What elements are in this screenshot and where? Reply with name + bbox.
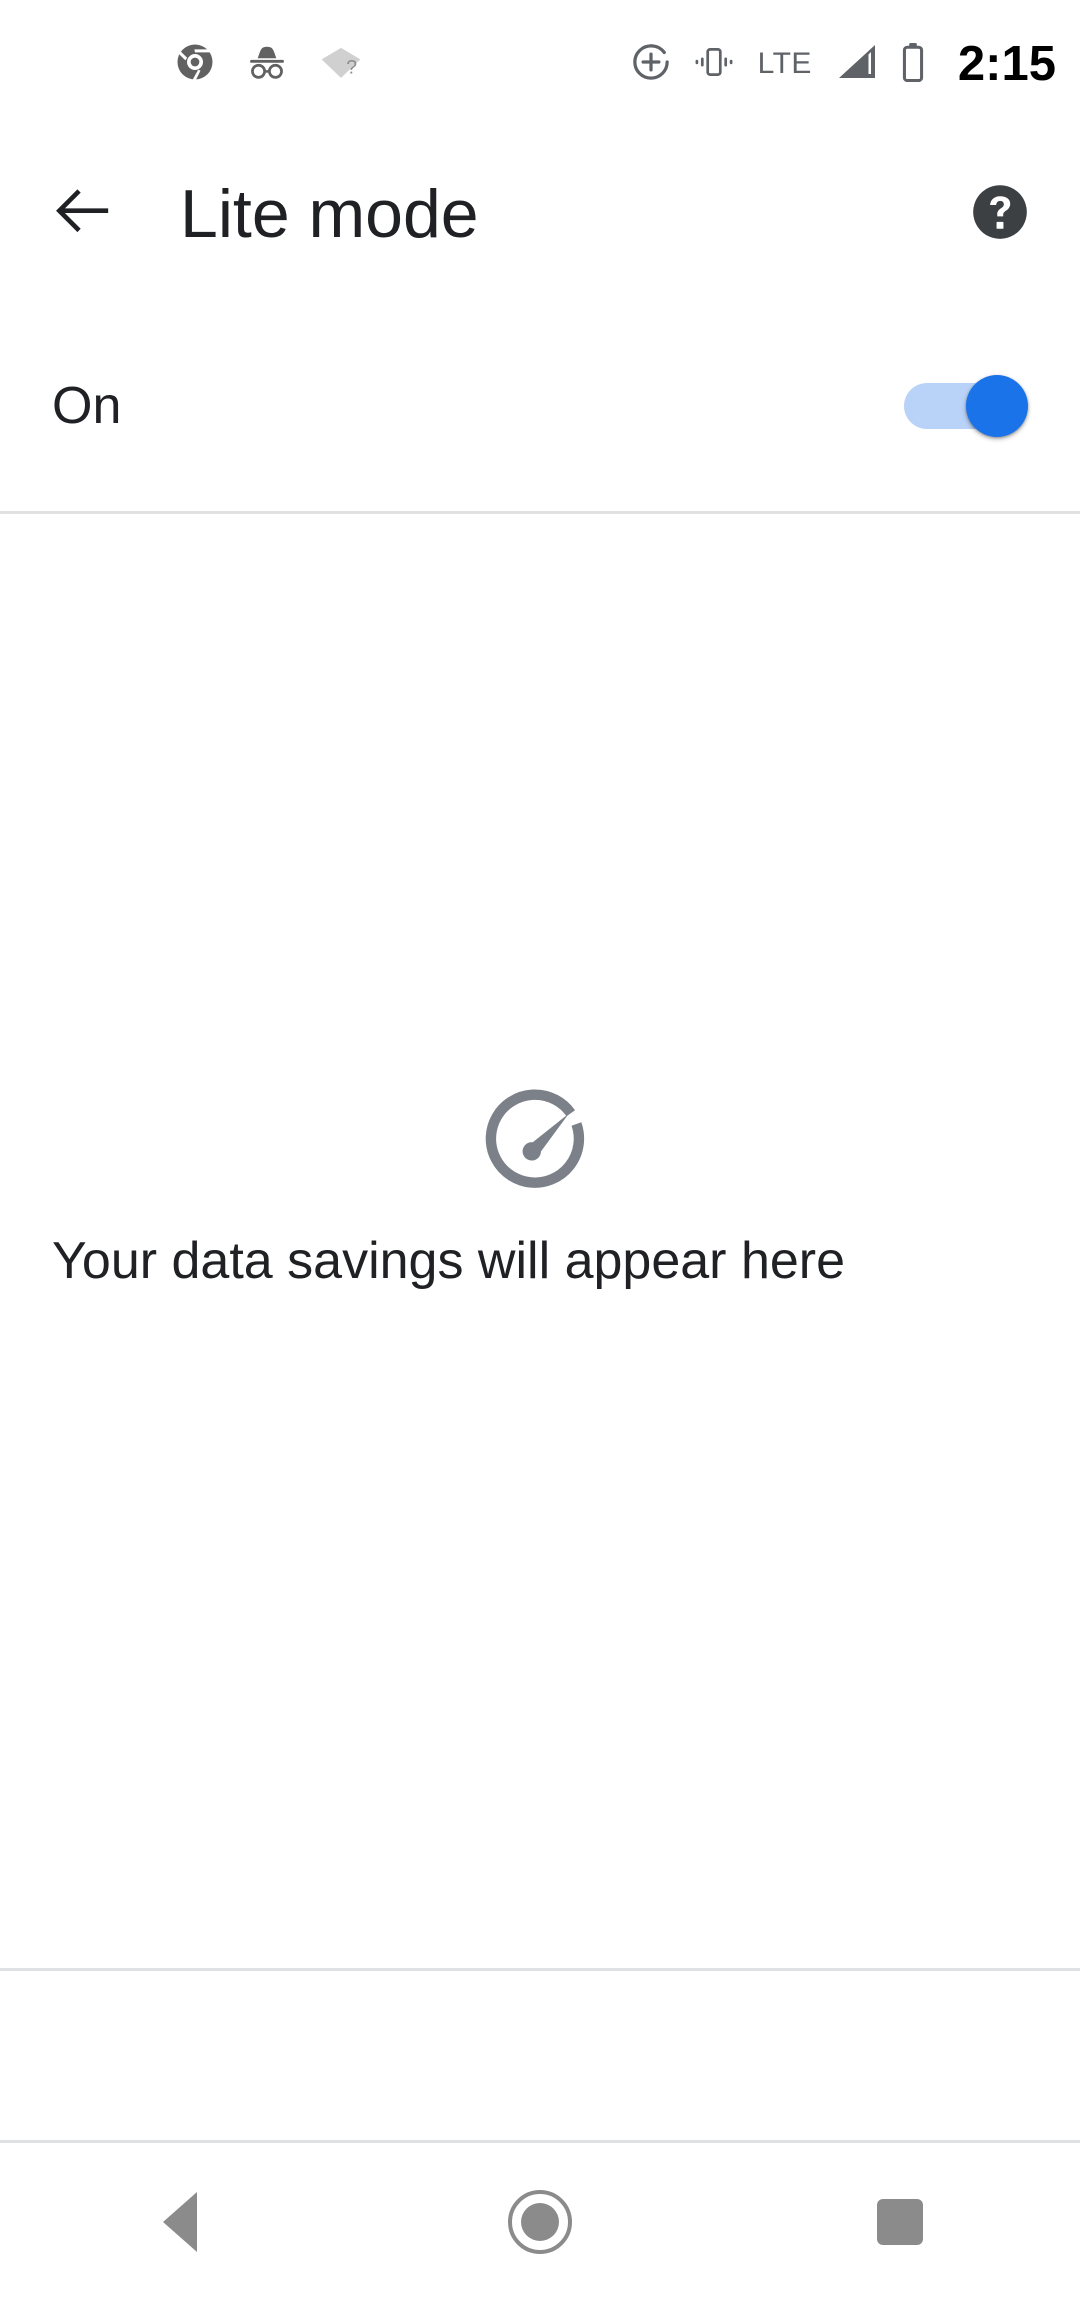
nav-back-icon bbox=[163, 2191, 197, 2252]
network-type-label: LTE bbox=[757, 47, 812, 80]
arrow-back-icon bbox=[49, 181, 111, 248]
phone-screen: ? LTE 2:15 Lite mode On Your data saving… bbox=[0, 0, 1080, 2300]
divider-bottom-content bbox=[0, 1968, 1080, 1971]
help-button[interactable] bbox=[958, 172, 1042, 256]
lite-mode-switch[interactable] bbox=[904, 374, 1028, 437]
nav-back-button[interactable] bbox=[100, 2143, 260, 2300]
help-circle-icon bbox=[967, 179, 1033, 250]
page-title: Lite mode bbox=[180, 176, 479, 252]
vibrate-icon bbox=[692, 44, 736, 85]
chrome-icon bbox=[175, 42, 215, 87]
toggle-state-label: On bbox=[52, 376, 122, 435]
nav-recents-button[interactable] bbox=[820, 2143, 980, 2300]
status-bar-right-icons: LTE 2:15 bbox=[632, 36, 1056, 91]
svg-text:?: ? bbox=[346, 56, 357, 78]
battery-icon bbox=[900, 42, 926, 87]
speedometer-icon bbox=[480, 1085, 600, 1205]
empty-state-message: Your data savings will appear here bbox=[52, 1232, 846, 1290]
signal-icon bbox=[834, 43, 878, 86]
lite-mode-toggle-row[interactable]: On bbox=[0, 300, 1080, 511]
app-bar: Lite mode bbox=[0, 128, 1080, 300]
status-bar: ? LTE 2:15 bbox=[0, 0, 1080, 128]
nav-home-button[interactable] bbox=[460, 2143, 620, 2300]
nav-recents-icon bbox=[877, 2198, 923, 2245]
back-button[interactable] bbox=[32, 166, 128, 262]
location-add-icon bbox=[632, 43, 670, 86]
android-nav-bar bbox=[0, 2143, 1080, 2300]
status-bar-left-icons: ? bbox=[175, 42, 363, 87]
switch-thumb bbox=[966, 374, 1028, 437]
nav-home-dot bbox=[521, 2202, 559, 2241]
status-bar-clock: 2:15 bbox=[957, 36, 1056, 91]
nav-home-icon bbox=[508, 2189, 572, 2254]
wifi-question-icon: ? bbox=[319, 43, 363, 86]
incognito-icon bbox=[245, 42, 289, 87]
